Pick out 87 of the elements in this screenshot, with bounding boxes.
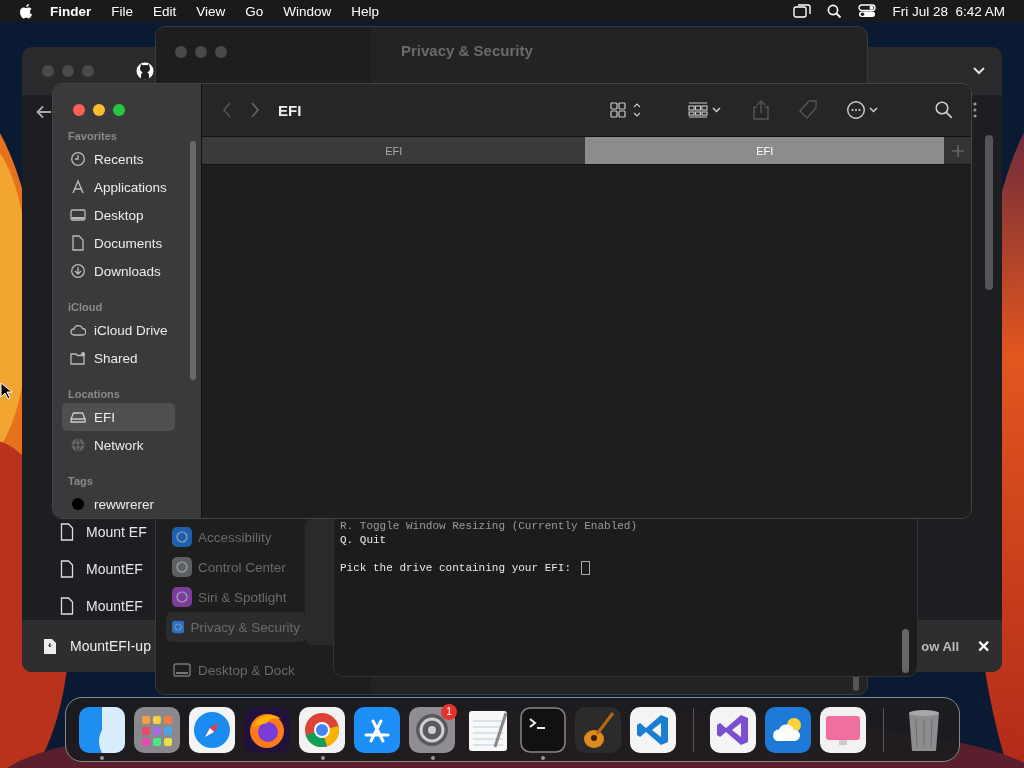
folder-icon	[70, 350, 86, 366]
file-name: MountEF	[86, 598, 143, 614]
terminal-icon[interactable]	[519, 706, 566, 753]
terminal-line: Q. Quit	[340, 533, 387, 547]
menu-item[interactable]: Help	[351, 3, 380, 19]
close-button[interactable]	[73, 104, 85, 116]
search-icon[interactable]	[935, 101, 953, 119]
section-heading: iCloud	[67, 300, 104, 315]
menu-item[interactable]: Go	[245, 3, 264, 19]
pointer-icon	[0, 382, 12, 400]
close-button[interactable]: ✕	[977, 636, 990, 656]
menu-item[interactable]: File	[111, 3, 134, 19]
show-all-link[interactable]: ow All	[921, 638, 959, 654]
more-icon[interactable]	[846, 100, 880, 120]
window-title: Privacy & Security	[401, 42, 533, 59]
kebab-icon[interactable]	[973, 102, 977, 118]
sidebar-item[interactable]: Downloads	[62, 257, 175, 285]
file-name: Mount EF	[86, 524, 147, 540]
sidebar-item[interactable]: Shared	[62, 344, 175, 372]
sidebar-item[interactable]: Network	[62, 431, 175, 459]
scrollbar-thumb[interactable]	[190, 141, 196, 380]
section-heading: Locations	[67, 387, 121, 402]
display-icon	[70, 207, 86, 223]
windows-icon[interactable]	[793, 4, 812, 18]
display-icon	[172, 660, 192, 680]
zoom-button[interactable]	[113, 104, 125, 116]
download-file-name[interactable]: MountEFI-up	[70, 638, 151, 654]
download-icon	[70, 263, 86, 279]
gear-icon[interactable]	[409, 706, 456, 753]
document-icon	[60, 523, 74, 541]
ribbon-icon[interactable]	[710, 706, 757, 753]
document-icon	[44, 638, 56, 654]
menu-item[interactable]: Window	[283, 3, 332, 19]
notification-badge: 1	[441, 703, 457, 720]
sidebar-item[interactable]: rewwrerer	[62, 490, 175, 518]
tab[interactable]: EFI	[202, 137, 586, 164]
window-title: EFI	[278, 101, 302, 119]
menu-item[interactable]: View	[196, 3, 226, 19]
section-heading: Tags	[67, 474, 94, 489]
terminal-line: R. Toggle Window Resizing (Currently Enabled)	[340, 519, 638, 533]
plus-icon	[951, 144, 964, 157]
sidebar-item[interactable]: EFI	[62, 403, 175, 431]
fox-globe-icon[interactable]	[244, 706, 290, 753]
ribbon-icon[interactable]	[629, 706, 676, 753]
globe-icon	[70, 437, 86, 453]
group-icon[interactable]	[688, 101, 724, 119]
sidebar-item[interactable]: Documents	[62, 229, 175, 257]
finder-icon[interactable]	[78, 706, 125, 753]
grid-view-icon[interactable]	[610, 101, 642, 119]
cat-logo-icon	[136, 62, 154, 80]
display-icon[interactable]	[820, 706, 867, 753]
forward-icon[interactable]	[250, 102, 260, 118]
drive-icon	[70, 409, 86, 425]
clock-icon	[70, 151, 86, 167]
apple-icon[interactable]	[19, 3, 33, 19]
search-icon[interactable]	[827, 3, 843, 19]
app-menu[interactable]: Finder	[50, 3, 92, 19]
document-icon	[70, 235, 86, 251]
orb-icon	[172, 587, 192, 607]
letter-a-icon[interactable]	[354, 706, 401, 753]
section-heading: Favorites	[67, 129, 118, 144]
cloud-icon	[70, 322, 86, 338]
scrollbar-thumb[interactable]	[902, 629, 909, 673]
sidebar-item[interactable]: Recents	[62, 145, 175, 173]
sidebar-item[interactable]: Desktop	[62, 201, 175, 229]
menu-item[interactable]: Edit	[153, 3, 177, 19]
text-cursor	[581, 561, 591, 575]
terminal-line: Pick the drive containing your EFI:	[340, 561, 572, 575]
cloud-icon[interactable]	[765, 706, 812, 753]
ring-icon[interactable]	[299, 706, 346, 753]
chevron-down-icon[interactable]	[972, 66, 986, 76]
file-row[interactable]: Mount EF	[36, 522, 155, 542]
minimize-button[interactable]	[93, 104, 105, 116]
grid-icon[interactable]	[133, 706, 180, 753]
scrollbar-thumb[interactable]	[985, 135, 993, 290]
guitar-icon[interactable]	[574, 706, 621, 753]
clock-text[interactable]: Fri Jul 28 6:42 AM	[892, 3, 1005, 19]
document-icon	[60, 560, 74, 578]
sidebar-item[interactable]: Applications	[62, 173, 175, 201]
file-row[interactable]: MountEF	[36, 559, 155, 579]
letter-a-icon	[70, 179, 86, 195]
sidebar-item[interactable]: iCloud Drive	[62, 316, 175, 344]
file-row[interactable]: MountEF	[36, 596, 155, 616]
back-arrow-icon[interactable]	[36, 105, 52, 119]
file-name: MountEF	[86, 561, 143, 577]
compass-icon[interactable]	[188, 706, 235, 753]
document-icon	[60, 597, 74, 615]
